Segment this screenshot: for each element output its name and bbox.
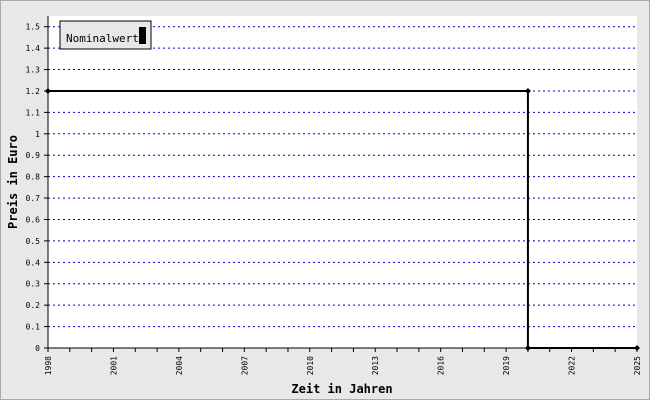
x-tick-label-5: 2013 [371, 356, 380, 375]
x-tick-label-9: 2025 [633, 356, 642, 375]
y-tick-label-10: 1 [35, 130, 40, 139]
step-line-chart: 1998 2001 2004 2007 2010 2013 2016 2019 2022 2025… [6, 16, 642, 396]
y-axis-title: Preis in Euro [6, 135, 20, 229]
y-tick-label-0: 0 [35, 344, 40, 353]
y-tick-label-15: 1.5 [26, 23, 41, 32]
legend: Nominalwert [59, 20, 152, 50]
y-tick-label-14: 1.4 [26, 44, 41, 53]
x-axis-ticks: 1998 2001 2004 2007 2010 2013 2016 2019 2022 2025 [44, 348, 642, 375]
y-tick-label-5: 0.5 [26, 237, 41, 246]
y-tick-label-4: 0.4 [26, 258, 41, 267]
y-tick-label-12: 1.2 [26, 87, 41, 96]
y-tick-label-8: 0.8 [26, 173, 41, 182]
legend-label: Nominalwert [66, 32, 139, 45]
y-tick-label-13: 1.3 [26, 66, 41, 75]
y-tick-label-9: 0.9 [26, 151, 41, 160]
x-tick-label-6: 2016 [437, 356, 446, 375]
y-tick-label-6: 0.6 [26, 215, 41, 224]
x-tick-label-1: 2001 [109, 356, 118, 375]
x-tick-label-4: 2010 [306, 356, 315, 375]
y-tick-label-7: 0.7 [26, 194, 41, 203]
y-tick-label-11: 1.1 [26, 108, 41, 117]
x-tick-label-8: 2022 [568, 356, 577, 375]
x-tick-label-7: 2019 [502, 356, 511, 375]
y-tick-label-2: 0.2 [26, 301, 41, 310]
plot-area [48, 16, 637, 348]
legend-swatch [139, 27, 146, 44]
x-axis-title: Zeit in Jahren [291, 382, 392, 396]
x-tick-label-3: 2007 [240, 356, 249, 375]
y-tick-label-1: 0.1 [26, 323, 41, 332]
x-tick-label-2: 2004 [175, 356, 184, 375]
y-axis-ticks: 0 0.1 0.2 0.3 0.4 0.5 0.6 0.7 0.8 0.9 1 1.1 1.2 1.3 1.… [26, 23, 48, 353]
chart-frame: 1998 2001 2004 2007 2010 2013 2016 2019 2022 2025… [0, 0, 650, 400]
y-tick-label-3: 0.3 [26, 280, 41, 289]
x-tick-label-0: 1998 [44, 356, 53, 375]
